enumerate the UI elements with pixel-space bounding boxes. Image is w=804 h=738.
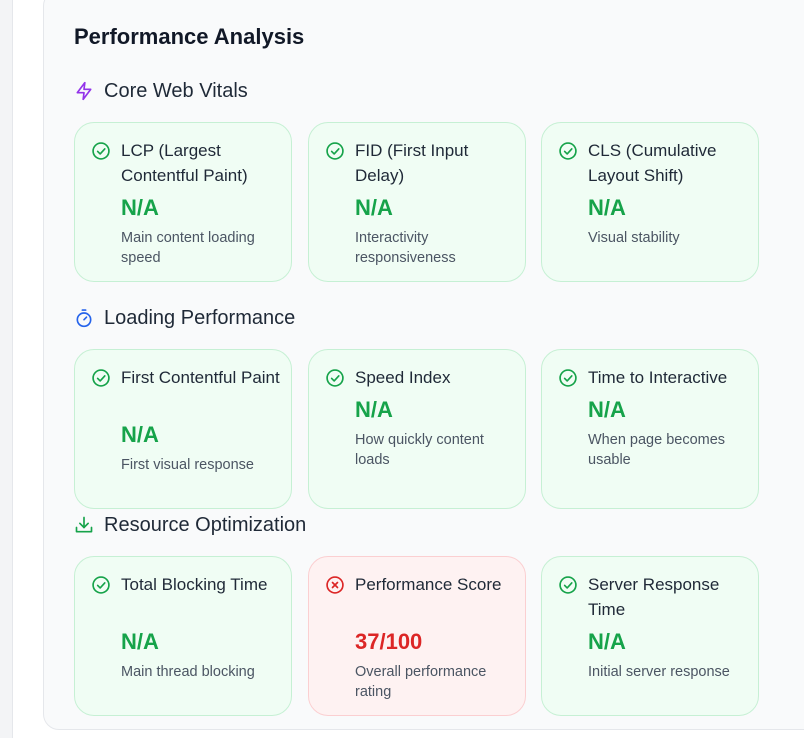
- lightning-bolt-icon: [74, 81, 94, 101]
- metric-card-speed-index: Speed Index N/A How quickly content load…: [308, 349, 526, 509]
- check-circle-icon: [91, 575, 111, 595]
- metric-value: 37/100: [355, 629, 423, 654]
- metric-value: N/A: [121, 195, 159, 220]
- metric-card-lcp: LCP (Largest Contentful Paint) N/A Main …: [74, 122, 292, 282]
- metric-card-time-to-interactive: Time to Interactive N/A When page become…: [541, 349, 759, 509]
- metric-description: Initial server response: [588, 664, 730, 680]
- check-circle-icon: [325, 368, 345, 388]
- metric-card-server-response-time: Server Response Time N/A Initial server …: [541, 556, 759, 716]
- metric-label: CLS (Cumulative Layout Shift): [588, 141, 717, 185]
- section-title: Core Web Vitals: [104, 79, 248, 102]
- download-icon: [74, 515, 94, 535]
- metric-description: First visual response: [121, 457, 254, 473]
- panel-title: Performance Analysis: [74, 24, 305, 49]
- metric-value: N/A: [588, 629, 626, 654]
- metric-label: First Contentful Paint: [121, 368, 280, 387]
- metric-value: N/A: [121, 422, 159, 447]
- check-circle-icon: [558, 368, 578, 388]
- metric-card-total-blocking-time: Total Blocking Time N/A Main thread bloc…: [74, 556, 292, 716]
- check-circle-icon: [558, 141, 578, 161]
- timer-icon: [74, 308, 94, 328]
- metric-value: N/A: [355, 397, 393, 422]
- metric-label: Time to Interactive: [588, 368, 728, 387]
- section-core-web-vitals: Core Web Vitals: [74, 76, 248, 106]
- metric-label: Speed Index: [355, 368, 451, 387]
- metric-card-cls: CLS (Cumulative Layout Shift) N/A Visual…: [541, 122, 759, 282]
- check-circle-icon: [91, 141, 111, 161]
- metric-description: Main thread blocking: [121, 664, 255, 680]
- section-title: Resource Optimization: [104, 513, 307, 536]
- check-circle-icon: [91, 368, 111, 388]
- metric-description: Main content loading speed: [121, 230, 255, 266]
- metric-label: FID (First Input Delay): [355, 141, 469, 185]
- metric-label: LCP (Largest Contentful Paint): [121, 141, 248, 185]
- metric-description: Interactivity responsiveness: [355, 230, 456, 266]
- metric-description: Visual stability: [588, 230, 680, 246]
- metric-card-first-contentful-paint: First Contentful Paint N/A First visual …: [74, 349, 292, 509]
- metric-description: How quickly content loads: [355, 432, 484, 468]
- metric-value: N/A: [121, 629, 159, 654]
- section-resource-optimization: Resource Optimization: [74, 510, 306, 540]
- check-circle-icon: [325, 141, 345, 161]
- x-circle-icon: [325, 575, 345, 595]
- metric-description: When page becomes usable: [588, 432, 726, 468]
- metric-card-performance-score: Performance Score 37/100 Overall perform…: [308, 556, 526, 716]
- section-loading-performance: Loading Performance: [74, 303, 295, 333]
- section-title: Loading Performance: [104, 306, 296, 329]
- metric-description: Overall performance rating: [355, 664, 487, 700]
- metric-value: N/A: [355, 195, 393, 220]
- metric-label: Performance Score: [355, 575, 502, 594]
- metric-value: N/A: [588, 397, 626, 422]
- metric-label: Total Blocking Time: [121, 575, 268, 594]
- metric-card-fid: FID (First Input Delay) N/A Interactivit…: [308, 122, 526, 282]
- metric-label: Server Response Time: [588, 575, 720, 619]
- metric-value: N/A: [588, 195, 626, 220]
- check-circle-icon: [558, 575, 578, 595]
